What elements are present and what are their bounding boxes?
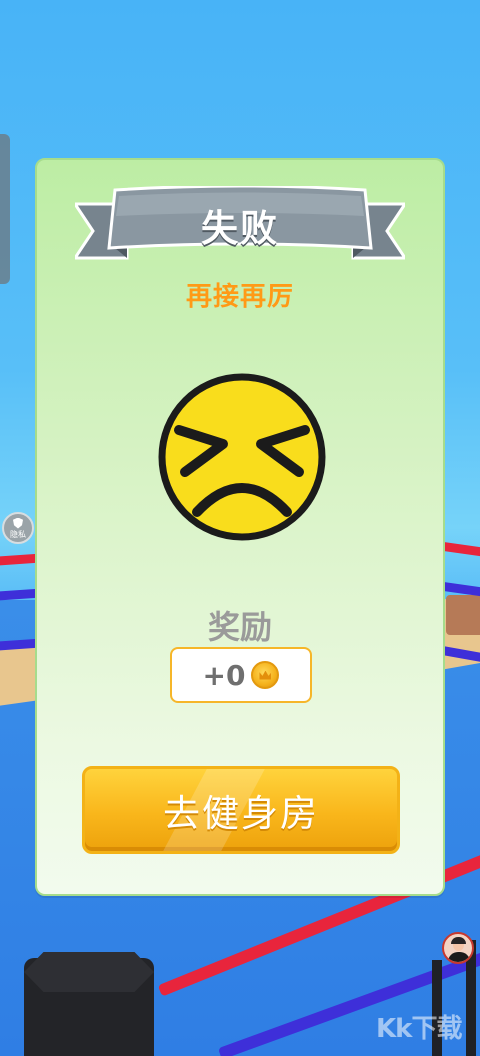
go-to-gym-button[interactable]: 去健身房 [82, 766, 400, 854]
reward-box: +0 [170, 647, 312, 703]
avatar-hair [451, 937, 466, 944]
watermark-logo: Kk下载 [376, 1014, 462, 1044]
background-crate [446, 595, 480, 635]
go-to-gym-label: 去健身房 [163, 792, 319, 835]
crown-icon [259, 670, 272, 680]
result-dialog: 失败 再接再厉 奖励 +0 去健身房 [35, 158, 445, 896]
side-drawer-handle[interactable] [0, 134, 10, 284]
result-title: 失败 [201, 207, 279, 250]
ring-corner-post-top [24, 952, 154, 992]
privacy-button[interactable]: 隐私 [2, 512, 34, 544]
privacy-label: 隐私 [10, 529, 26, 539]
encouragement-text: 再接再厉 [185, 282, 294, 312]
dizzy-sad-face-icon [157, 372, 327, 542]
reward-value: +0 [202, 658, 246, 692]
shield-icon [13, 517, 23, 529]
title-ribbon: 失败 [75, 186, 405, 268]
gold-coin-icon [251, 661, 280, 689]
reward-label: 奖励 [207, 608, 272, 646]
user-avatar[interactable] [442, 932, 474, 964]
